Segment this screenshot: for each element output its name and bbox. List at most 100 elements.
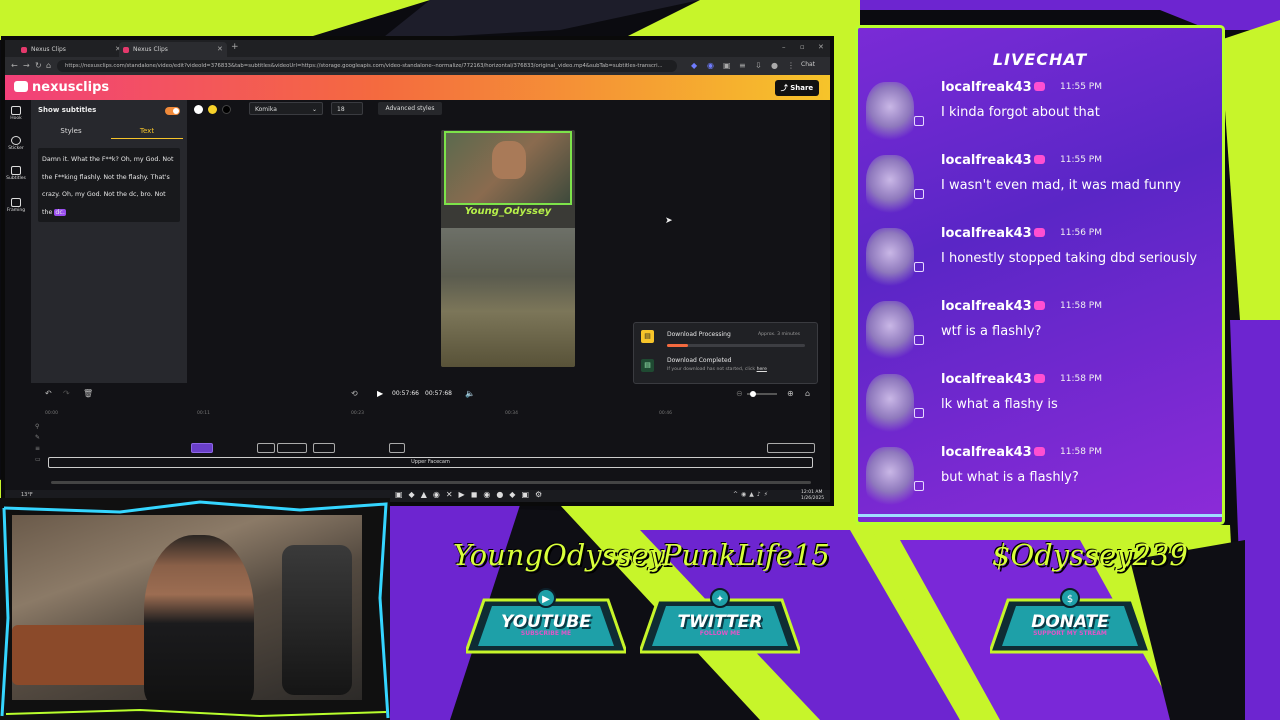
zoom-slider[interactable] (747, 391, 777, 397)
maximize-icon[interactable]: ▫ (800, 43, 805, 51)
chat-avatar (866, 447, 914, 509)
color-swatch-black[interactable] (222, 105, 231, 114)
youtube-badge[interactable]: ▶ YOUTUBE SUBSCRIBE ME (466, 588, 626, 658)
chat-button[interactable]: Chat (801, 61, 815, 68)
advanced-styles-button[interactable]: Advanced styles (378, 102, 442, 115)
minimize-icon[interactable]: – (782, 43, 786, 51)
url-field[interactable]: https://nexusclips.com/standalone/video/… (57, 60, 677, 72)
file-completed-icon: ▤ (641, 359, 654, 372)
tab-styles[interactable]: Styles (35, 124, 107, 138)
timeline-scrollbar[interactable] (51, 481, 811, 484)
rail-subtitles[interactable]: Subtitles (5, 166, 27, 181)
heart-badge-icon (1033, 155, 1045, 164)
subtitle-clip[interactable] (313, 443, 335, 453)
reload-icon[interactable]: ↻ (35, 61, 42, 71)
undo-icon[interactable]: ↶ (45, 389, 52, 398)
chat-username: localfreak43 (941, 372, 1045, 387)
subtitle-clip[interactable] (257, 443, 275, 453)
rewind-icon[interactable]: ⟲ (351, 389, 358, 398)
profile-avatar-icon[interactable]: ● (771, 61, 778, 71)
fit-timeline-icon[interactable]: ⌂ (805, 389, 810, 398)
volume-icon[interactable]: 🔈 (465, 389, 475, 398)
sub-badge-icon (914, 116, 924, 126)
chat-timestamp: 11:55 PM (1060, 155, 1102, 165)
heart-badge-icon (1033, 301, 1045, 310)
system-tray-icons[interactable]: ^◉▲♪⚡ (733, 491, 771, 498)
facecam-track[interactable]: Upper Facecam (48, 457, 813, 468)
close-window-icon[interactable]: ✕ (818, 43, 824, 51)
youtube-handle: YoungOdyssey (453, 538, 666, 572)
tab-title: Nexus Clips (31, 46, 66, 53)
extension-icon[interactable]: ◆ (691, 61, 697, 71)
time-tick: 00:46 (659, 411, 672, 416)
chat-text: I honestly stopped taking dbd seriously (941, 251, 1198, 266)
sub-badge-icon (914, 335, 924, 345)
taskbar-app-icons[interactable]: ▣◆▲◉✕▶◼◉●◆▣⚙ (395, 490, 548, 499)
chat-message: localfreak43 11:58 PM lk what a flashy is (858, 372, 1222, 445)
twitter-badge[interactable]: ✦ TWITTER FOLLOW ME (640, 588, 800, 658)
chat-text: but what is a flashly? (941, 470, 1079, 485)
redo-icon[interactable]: ↷ (63, 389, 70, 398)
downloads-panel: ▤ Download Processing Approx. 3 minutes … (633, 322, 818, 384)
downloads-icon[interactable]: ⇩ (755, 61, 762, 71)
extension-icon[interactable]: ▣ (723, 61, 731, 71)
rail-framing[interactable]: Framing (5, 198, 27, 213)
sub-badge-icon (914, 262, 924, 272)
reading-list-icon[interactable]: ≡ (739, 61, 746, 71)
delete-icon[interactable]: 🗑 (83, 389, 93, 398)
color-swatch-yellow[interactable] (208, 105, 217, 114)
chat-timestamp: 11:58 PM (1060, 301, 1102, 311)
forward-icon[interactable]: → (23, 61, 30, 71)
zoom-in-icon[interactable]: ⊕ (787, 389, 794, 398)
mouse-cursor-icon: ➤ (665, 216, 673, 226)
rail-sticker[interactable]: Sticker (5, 136, 27, 151)
zoom-out-icon[interactable]: ⊖ (736, 389, 743, 398)
menu-icon[interactable]: ⋮ (787, 61, 795, 71)
timeline[interactable]: 00:00 00:11 00:23 00:34 00:46 ⚲ ✎ ≡ ▭ Upper… (31, 407, 821, 487)
chat-avatar (866, 374, 914, 436)
chat-message: localfreak43 11:55 PM I wasn't even mad, i… (858, 153, 1222, 226)
close-tab-icon[interactable]: ✕ (217, 42, 223, 57)
download-eta: Approx. 3 minutes (758, 332, 801, 337)
browser-window: Nexus Clips ✕ Nexus Clips ✕ + – ▫ ✕ ← → … (5, 40, 830, 502)
font-size-input[interactable]: 18 (331, 102, 363, 115)
browser-tab[interactable]: Nexus Clips ✕ (17, 42, 125, 57)
chat-timestamp: 11:58 PM (1060, 447, 1102, 457)
current-time: 00:57:66 (392, 390, 419, 397)
tab-text[interactable]: Text (111, 124, 183, 139)
livechat-title: LIVECHAT (992, 50, 1088, 69)
subtitle-clip[interactable] (389, 443, 405, 453)
chat-glow-line (858, 514, 1222, 517)
chat-text: I wasn't even mad, it was mad funny (941, 178, 1181, 193)
share-button[interactable]: ⤴ Share (775, 80, 819, 96)
subtitle-clip-selected[interactable] (191, 443, 213, 453)
streamer (144, 535, 254, 700)
extension-icon[interactable]: ◉ (707, 61, 714, 71)
home-icon[interactable]: ⌂ (46, 61, 51, 71)
nexusclips-logo[interactable]: nexusclips (14, 79, 109, 96)
gameplay-footage (441, 228, 575, 367)
new-tab-icon[interactable]: + (231, 42, 239, 52)
subtitle-clip[interactable] (277, 443, 307, 453)
show-subtitles-toggle[interactable] (165, 107, 180, 115)
clock: 12:01 AM (801, 490, 823, 495)
sub-badge-icon (914, 189, 924, 199)
font-select[interactable]: Komika ⌄ (249, 102, 323, 115)
subtitle-text-editor[interactable]: Damn it. What the F**k? Oh, my God. Not … (38, 148, 180, 222)
download-here-link[interactable]: here (757, 367, 767, 372)
sticker-icon (11, 136, 21, 145)
dollar-icon: $ (1060, 588, 1080, 608)
video-preview[interactable]: Young_Odyssey (441, 130, 575, 367)
subtitle-clip[interactable] (767, 443, 815, 453)
donate-badge[interactable]: $ DONATE SUPPORT MY STREAM (990, 588, 1150, 658)
rail-hook[interactable]: Hook (5, 106, 27, 121)
chat-avatar (866, 82, 914, 144)
time-tick: 00:00 (45, 411, 58, 416)
chat-avatar (866, 228, 914, 290)
play-icon[interactable]: ▶ (377, 389, 383, 398)
browser-tab-active[interactable]: Nexus Clips ✕ (119, 42, 227, 57)
heart-badge-icon (1033, 82, 1045, 91)
chat-username: localfreak43 (941, 226, 1045, 241)
color-swatch-white[interactable] (194, 105, 203, 114)
back-icon[interactable]: ← (11, 61, 18, 71)
